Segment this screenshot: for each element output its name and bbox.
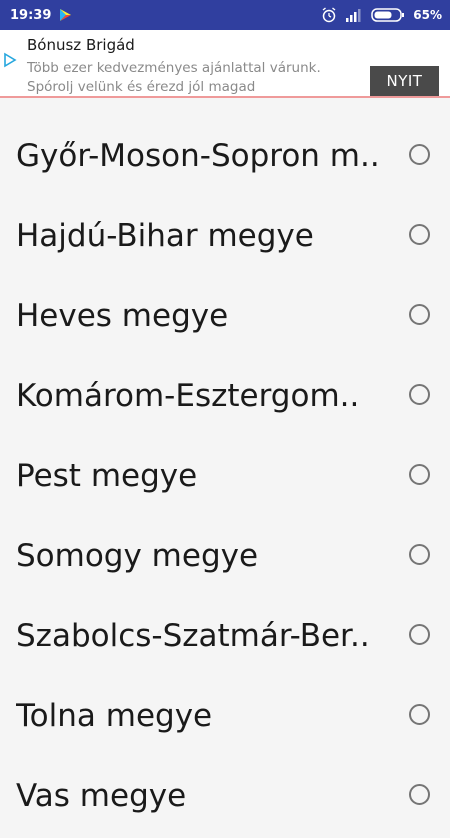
list-item[interactable]: Vas megye <box>0 758 450 838</box>
list-item-label: Szabolcs-Szatmár-Ber.. <box>16 618 370 654</box>
radio-button[interactable] <box>409 464 430 485</box>
radio-button[interactable] <box>409 784 430 805</box>
status-time: 19:39 <box>10 7 52 23</box>
list-item-label: Somogy megye <box>16 538 259 574</box>
county-list[interactable]: Győr-Moson-Sopron m.. Hajdú-Bihar megye … <box>0 118 450 838</box>
list-item[interactable]: Tolna megye <box>0 678 450 758</box>
adchoices-icon[interactable] <box>3 52 17 68</box>
ad-description[interactable]: Több ezer kedvezményes ajánlattal várunk… <box>27 59 357 96</box>
list-item-label: Tolna megye <box>16 698 213 734</box>
radio-button[interactable] <box>409 704 430 725</box>
list-item[interactable]: Somogy megye <box>0 518 450 598</box>
list-item-label: Pest megye <box>16 458 198 494</box>
ad-open-button[interactable]: NYIT <box>370 66 439 96</box>
play-store-icon <box>60 9 72 21</box>
list-item[interactable]: Győr-Moson-Sopron m.. <box>0 118 450 198</box>
radio-button[interactable] <box>409 624 430 645</box>
list-item-label: Heves megye <box>16 298 229 334</box>
ad-banner[interactable]: Bónusz Brigád Több ezer kedvezményes ajá… <box>0 30 450 96</box>
list-item-label: Hajdú-Bihar megye <box>16 218 314 254</box>
ad-title[interactable]: Bónusz Brigád <box>27 36 135 54</box>
status-bar: 19:39 65% <box>0 0 450 30</box>
battery-icon <box>371 8 405 22</box>
list-item-label: Komárom-Esztergom.. <box>16 378 360 414</box>
list-item-label: Győr-Moson-Sopron m.. <box>16 138 380 174</box>
ad-divider <box>0 96 450 98</box>
radio-button[interactable] <box>409 384 430 405</box>
list-item[interactable]: Hajdú-Bihar megye <box>0 198 450 278</box>
list-item[interactable]: Pest megye <box>0 438 450 518</box>
battery-percent: 65% <box>413 8 442 22</box>
radio-button[interactable] <box>409 144 430 165</box>
list-item[interactable]: Komárom-Esztergom.. <box>0 358 450 438</box>
list-item[interactable]: Heves megye <box>0 278 450 358</box>
radio-button[interactable] <box>409 544 430 565</box>
list-item[interactable]: Szabolcs-Szatmár-Ber.. <box>0 598 450 678</box>
radio-button[interactable] <box>409 304 430 325</box>
signal-icon <box>346 9 361 22</box>
list-item-label: Vas megye <box>16 778 187 814</box>
radio-button[interactable] <box>409 224 430 245</box>
alarm-icon <box>322 7 336 23</box>
